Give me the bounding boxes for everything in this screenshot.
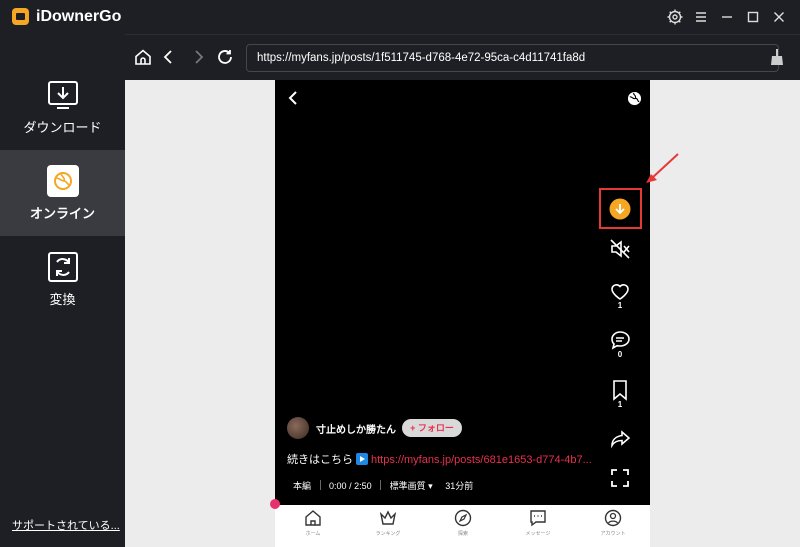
close-icon[interactable] (769, 7, 789, 27)
progress-handle[interactable] (270, 499, 280, 509)
nav-item-explore[interactable]: 探索 (428, 509, 498, 537)
sidebar-item-label: オンライン (29, 206, 95, 221)
nav-label: ランキング (375, 531, 401, 537)
posted-time: 31分前 (445, 481, 474, 491)
nav-item-message[interactable]: メッセージ (503, 509, 573, 537)
nav-label: ホーム (305, 531, 321, 537)
mute-icon[interactable] (608, 238, 632, 260)
comment-icon (611, 331, 630, 350)
browser-toolbar: https://myfans.jp/posts/1f511745-d768-4e… (125, 34, 800, 80)
web-content: 1 0 1 寸止めしか勝たん + フォロー 続きはこちら https://myfa… (125, 80, 800, 547)
divider (319, 480, 321, 490)
compass-icon (454, 509, 472, 527)
nav-item-home[interactable]: ホーム (278, 509, 348, 537)
url-input[interactable]: https://myfans.jp/posts/1f511745-d768-4e… (246, 44, 779, 72)
play-badge-icon (356, 453, 368, 465)
heart-icon (611, 284, 629, 300)
app-logo-icon (12, 8, 29, 25)
caption-text: 続きはこちら (287, 454, 353, 466)
video-time: 0:00 / 2:50 (329, 481, 372, 491)
home-icon (305, 510, 321, 526)
fullscreen-icon[interactable] (608, 467, 632, 489)
video-caption: 続きはこちら https://myfans.jp/posts/681e1653-d… (287, 451, 607, 467)
app-title: iDownerGo (36, 8, 122, 25)
like-button[interactable]: 1 (608, 280, 632, 310)
account-icon (604, 509, 622, 527)
share-icon[interactable] (608, 428, 632, 450)
minimize-icon[interactable] (717, 7, 737, 27)
video-player[interactable]: 1 0 1 寸止めしか勝たん + フォロー 続きはこちら https://myfa… (275, 80, 650, 547)
message-icon (530, 510, 546, 527)
avatar[interactable] (287, 417, 309, 439)
globe-icon[interactable] (627, 91, 642, 106)
download-highlight-box (599, 188, 642, 229)
caret-down-icon: ▾ (428, 481, 433, 491)
sidebar-item-label: 変換 (49, 292, 76, 307)
follow-button[interactable]: + フォロー (402, 419, 462, 437)
refresh-icon[interactable] (215, 47, 235, 67)
back-arrow-icon[interactable] (285, 90, 301, 106)
comment-count: 0 (617, 350, 623, 359)
crown-icon (379, 510, 397, 525)
sidebar: ダウンロード オンライン 変換 サポートされている... (0, 34, 125, 547)
comment-button[interactable]: 0 (608, 329, 632, 359)
home-icon[interactable] (133, 47, 153, 67)
download-icon (47, 79, 79, 111)
meta-tag: 本編 (293, 481, 312, 491)
sidebar-item-label: ダウンロード (23, 120, 102, 135)
support-link[interactable]: サポートされている... (12, 517, 120, 533)
sidebar-item-online[interactable]: オンライン (0, 150, 125, 236)
divider (380, 480, 382, 490)
bookmark-button[interactable]: 1 (608, 379, 632, 409)
convert-icon (47, 251, 79, 283)
sidebar-item-download[interactable]: ダウンロード (0, 64, 125, 150)
like-count: 1 (617, 301, 623, 310)
nav-label: アカウント (600, 531, 626, 537)
author-name[interactable]: 寸止めしか勝たん (316, 421, 396, 436)
video-meta: 本編 0:00 / 2:50 標準画質 ▾ 31分前 (293, 479, 473, 492)
bookmark-count: 1 (617, 400, 623, 409)
bookmark-icon (613, 380, 627, 401)
nav-label: 探索 (457, 531, 468, 537)
forward-icon[interactable] (188, 47, 208, 67)
back-icon[interactable] (159, 47, 179, 67)
caption-link[interactable]: https://myfans.jp/posts/681e1653-d774-4b… (371, 454, 592, 466)
online-icon (47, 165, 79, 197)
menu-icon[interactable] (691, 7, 711, 27)
settings-gear-icon[interactable] (665, 7, 685, 27)
quality-select[interactable]: 標準画質 ▾ (390, 479, 433, 492)
phone-bottom-nav: ホーム ランキング 探索 メッセージ アカウント (275, 505, 650, 547)
nav-label: メッセージ (525, 531, 551, 537)
url-text: https://myfans.jp/posts/1f511745-d768-4e… (257, 52, 586, 64)
maximize-icon[interactable] (743, 7, 763, 27)
nav-item-account[interactable]: アカウント (578, 509, 648, 537)
clear-broom-icon[interactable] (767, 47, 787, 67)
sidebar-item-convert[interactable]: 変換 (0, 236, 125, 322)
quality-label: 標準画質 (389, 481, 426, 491)
nav-item-ranking[interactable]: ランキング (353, 509, 423, 537)
annotation-arrow-icon (646, 153, 679, 183)
title-bar: iDownerGo (0, 0, 800, 34)
